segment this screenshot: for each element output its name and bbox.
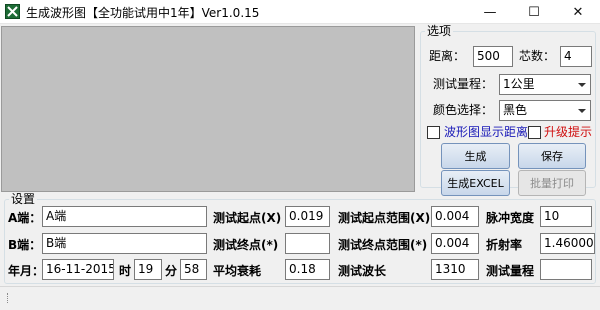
- avg-loss-label: 平均衰耗: [213, 264, 262, 278]
- title-bar: 生成波形图【全功能试用中1年】Ver1.0.15 — ☐ ✕: [0, 0, 600, 24]
- test-end-input[interactable]: [285, 233, 330, 254]
- status-bar: [0, 286, 600, 310]
- generate-button[interactable]: 生成: [441, 143, 510, 169]
- end-range-label: 测试终点范围(*): [338, 238, 428, 252]
- range-label: 测试量程：: [433, 77, 494, 91]
- test-start-input[interactable]: 0.019: [285, 206, 330, 227]
- cores-input[interactable]: 4: [560, 46, 592, 67]
- grip-icon: [7, 293, 9, 303]
- cores-label: 芯数：: [519, 49, 556, 63]
- minute-input[interactable]: 58: [180, 259, 207, 280]
- test-range-label: 测试量程: [486, 264, 535, 278]
- test-end-label: 测试终点(*): [213, 238, 279, 252]
- refractive-label: 折射率: [486, 238, 523, 252]
- settings-group-title: 设置: [9, 192, 38, 206]
- color-label: 颜色选择：: [433, 103, 494, 117]
- range-select-value: 1公里: [503, 77, 535, 91]
- range-select[interactable]: 1公里: [499, 74, 591, 95]
- pulse-width-label: 脉冲宽度: [486, 211, 535, 225]
- hour-label: 时: [119, 264, 132, 278]
- b-end-label: B端：: [8, 238, 42, 252]
- date-input[interactable]: 16-11-2015: [42, 259, 114, 280]
- start-range-label: 测试起点范围(X): [338, 211, 431, 225]
- color-select-value: 黑色: [503, 103, 528, 117]
- save-button[interactable]: 保存: [518, 143, 586, 169]
- waveform-canvas: [1, 26, 415, 192]
- a-end-input[interactable]: A端: [42, 206, 207, 227]
- chevron-down-icon: [578, 83, 586, 87]
- chevron-down-icon: [578, 109, 586, 113]
- wavelength-label: 测试波长: [338, 264, 387, 278]
- maximize-button[interactable]: ☐: [512, 0, 556, 24]
- batch-print-button[interactable]: 批量打印: [518, 170, 586, 196]
- hour-input[interactable]: 19: [134, 259, 162, 280]
- show-distance-checkbox[interactable]: [427, 126, 440, 139]
- test-range-input[interactable]: [540, 259, 592, 280]
- window-title: 生成波形图【全功能试用中1年】Ver1.0.15: [26, 6, 260, 20]
- minute-label: 分: [165, 264, 178, 278]
- upgrade-label: 升级提示: [544, 125, 593, 139]
- date-label: 年月：: [8, 264, 45, 278]
- wavelength-input[interactable]: 1310: [431, 259, 479, 280]
- pulse-width-input[interactable]: 10: [540, 206, 592, 227]
- generate-excel-button[interactable]: 生成EXCEL: [441, 170, 510, 196]
- minimize-button[interactable]: —: [468, 0, 512, 24]
- refractive-input[interactable]: 1.460000: [540, 233, 595, 254]
- color-select[interactable]: 黑色: [499, 100, 591, 121]
- test-start-label: 测试起点(X): [213, 211, 282, 225]
- a-end-label: A端：: [8, 211, 42, 225]
- distance-input[interactable]: 500: [473, 46, 513, 67]
- close-button[interactable]: ✕: [556, 0, 600, 24]
- avg-loss-input[interactable]: 0.18: [285, 259, 330, 280]
- options-group-title: 选项: [425, 24, 454, 38]
- client-area: 选项 距离： 500 芯数： 4 测试量程： 1公里 颜色选择： 黑色 波形图显…: [0, 24, 600, 310]
- b-end-input[interactable]: B端: [42, 233, 207, 254]
- excel-app-icon: [5, 4, 20, 19]
- show-distance-label: 波形图显示距离: [444, 125, 529, 139]
- end-range-input[interactable]: 0.004: [431, 233, 479, 254]
- options-group: 选项 距离： 500 芯数： 4 测试量程： 1公里 颜色选择： 黑色 波形图显…: [420, 24, 596, 196]
- distance-label: 距离：: [429, 49, 466, 63]
- start-range-input[interactable]: 0.004: [431, 206, 479, 227]
- upgrade-checkbox[interactable]: [528, 126, 541, 139]
- settings-group: 设置 A端： A端 测试起点(X) 0.019 测试起点范围(X) 0.004 …: [4, 192, 596, 284]
